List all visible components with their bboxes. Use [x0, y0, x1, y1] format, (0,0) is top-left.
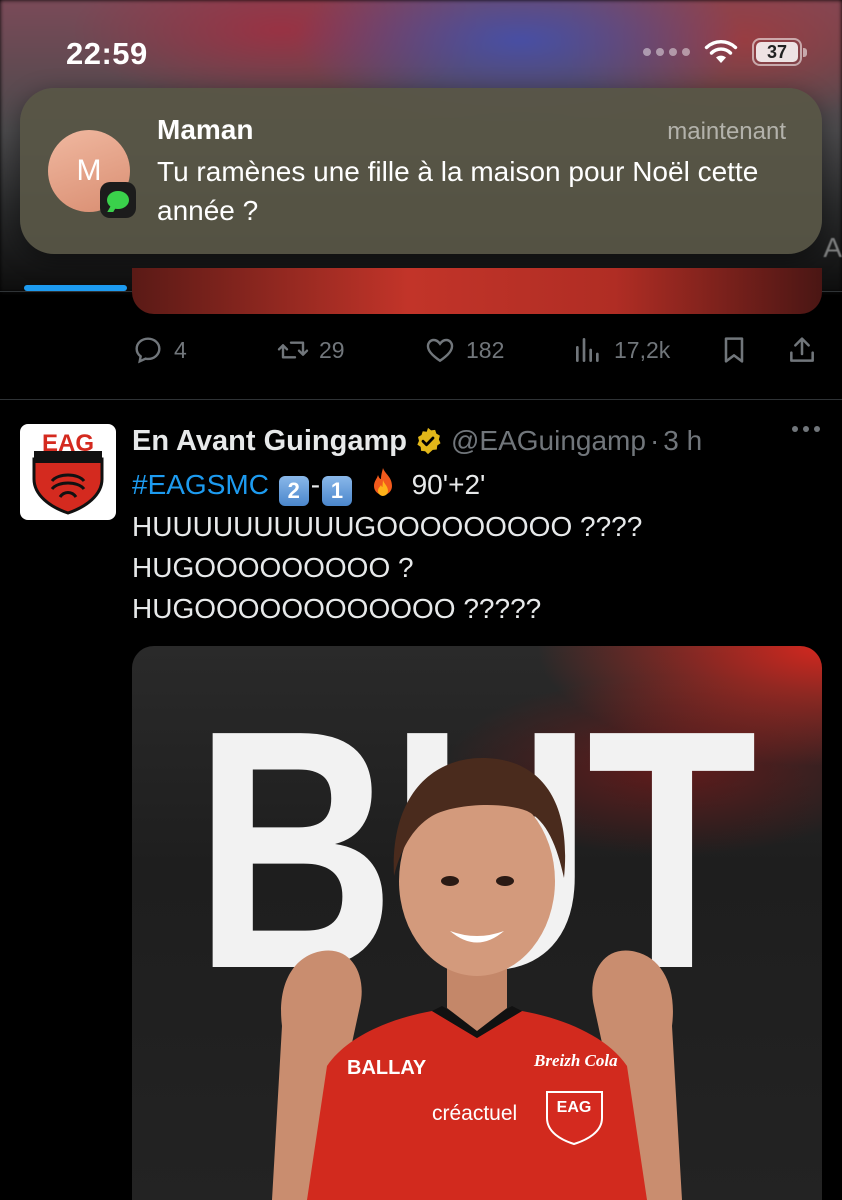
notification-sender: Maman	[157, 114, 254, 145]
score-home: 2	[278, 476, 309, 506]
reply-button[interactable]: 4	[132, 334, 187, 366]
tab-overflow-edge[interactable]: A	[823, 232, 842, 264]
views-icon	[576, 338, 599, 362]
sponsor-creactuel: créactuel	[432, 1102, 517, 1125]
cellular-signal-icon	[643, 48, 690, 56]
logo-text: EAG	[42, 430, 94, 457]
tweet-line: HUGOOOOOOOOO ?	[132, 552, 414, 583]
tweet-text: #EAGSMC 2-1 90'+2' HUUUUUUUUUUGOOOOOOOOO…	[132, 464, 822, 629]
retweet-button[interactable]: 29	[277, 334, 345, 366]
match-minute: 90'+2'	[411, 469, 486, 500]
tweet-header: En Avant Guingamp @EAGuingamp · 3 h	[132, 422, 702, 460]
bookmark-button[interactable]	[718, 334, 750, 366]
tweet-timestamp[interactable]: 3 h	[663, 425, 702, 457]
author-name[interactable]: En Avant Guingamp	[132, 425, 407, 458]
player-photo: BALLAY Breizh Cola créactuel EAG	[272, 758, 682, 1200]
verified-badge-icon	[417, 427, 441, 455]
notification-message: Tu ramènes une fille à la maison pour No…	[157, 156, 759, 226]
author-avatar[interactable]: EAG	[20, 424, 116, 520]
status-indicators: 37	[643, 38, 807, 66]
sponsor-breizh-cola: Breizh Cola	[533, 1051, 618, 1070]
tweet-media-image[interactable]: BUT BALLAY Breizh Cola créactuel EAG	[132, 646, 822, 1200]
previous-tweet-media[interactable]	[132, 268, 822, 314]
fire-emoji-icon	[373, 468, 392, 496]
reply-count: 4	[174, 336, 187, 363]
more-options-icon[interactable]	[792, 426, 820, 432]
share-button[interactable]	[786, 334, 818, 366]
like-count: 182	[466, 336, 505, 363]
battery-level: 37	[756, 42, 798, 62]
tweet-line: HUGOOOOOOOOOOOO ?????	[132, 593, 542, 624]
heart-icon	[426, 338, 454, 363]
tweet-separator	[0, 399, 842, 400]
views-count: 17,2k	[614, 336, 671, 363]
header-separator: ·	[649, 425, 660, 456]
sponsor-ballay: BALLAY	[347, 1057, 427, 1079]
views-button[interactable]: 17,2k	[572, 334, 670, 366]
retweet-icon	[277, 341, 309, 359]
author-handle[interactable]: @EAGuingamp	[451, 425, 646, 457]
battery-icon: 37	[752, 38, 807, 66]
reply-icon	[135, 337, 161, 364]
jersey-crest-text: EAG	[557, 1099, 592, 1116]
score-separator: -	[310, 469, 321, 500]
status-time: 22:59	[66, 36, 148, 71]
hashtag-link[interactable]: #EAGSMC	[132, 469, 269, 500]
retweet-count: 29	[319, 336, 345, 363]
tweet-line: HUUUUUUUUUUGOOOOOOOOO ????	[132, 511, 643, 542]
bookmark-icon	[724, 337, 744, 363]
wifi-icon	[704, 40, 738, 63]
eag-logo: EAG	[32, 430, 104, 515]
notification-banner[interactable]: M Maman maintenant Tu ramènes une fille …	[20, 88, 822, 254]
share-icon	[790, 337, 814, 362]
previous-tweet-actions: 4 29 182 17,2k	[132, 334, 822, 374]
messages-icon	[100, 182, 136, 218]
like-button[interactable]: 182	[424, 334, 504, 366]
notification-time: maintenant	[667, 118, 786, 145]
tweet-score-line: #EAGSMC 2-1 90'+2'	[132, 464, 822, 506]
score-away: 1	[322, 476, 353, 506]
